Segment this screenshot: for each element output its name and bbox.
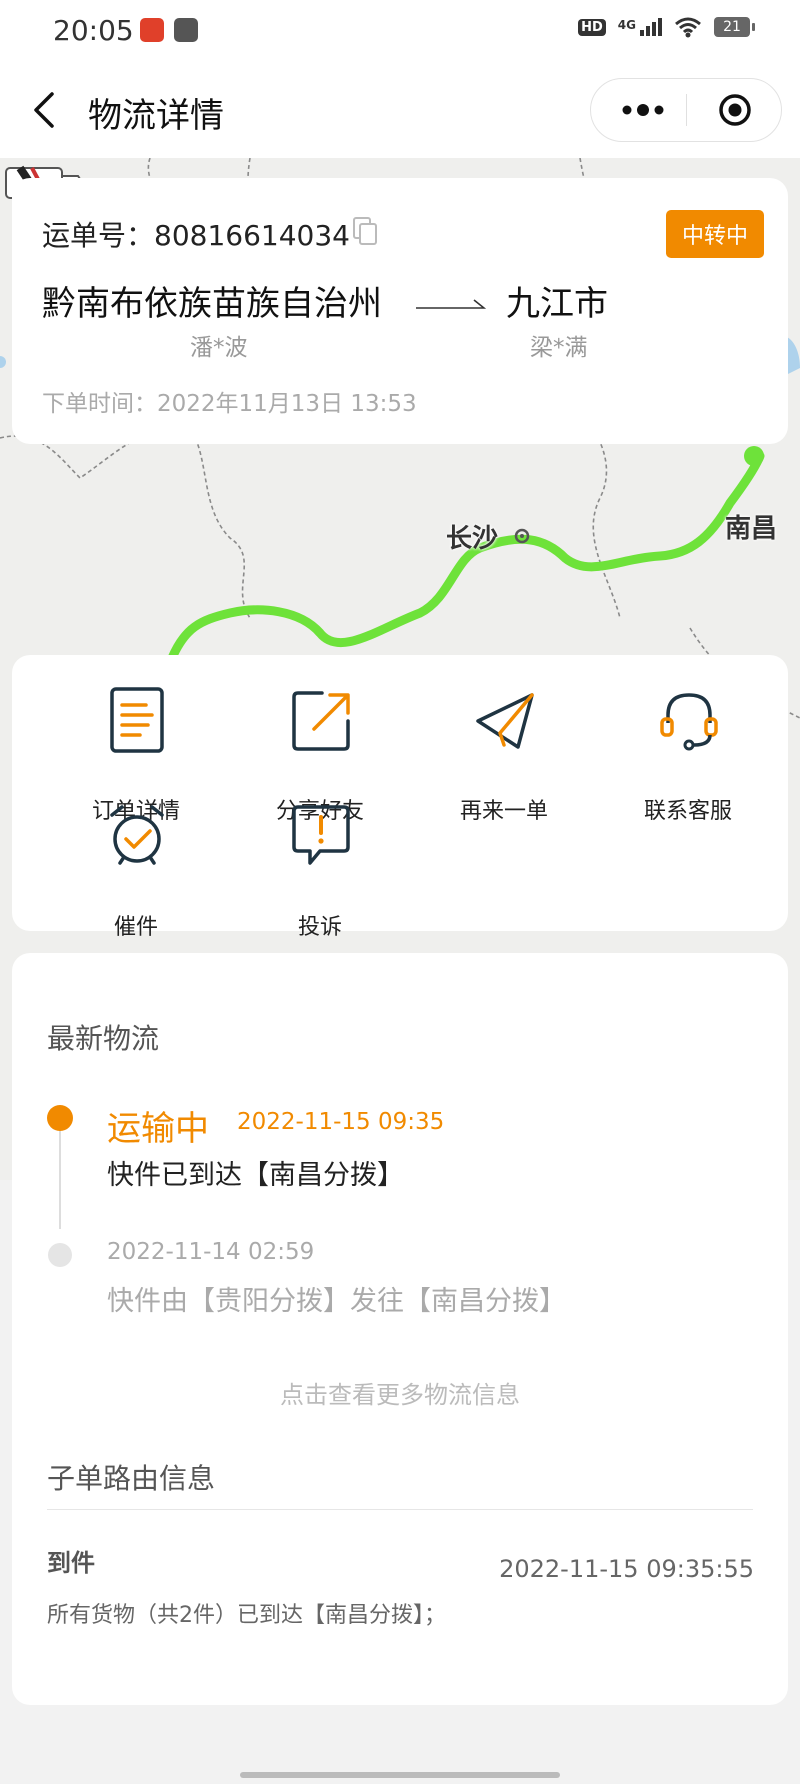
- logistics-card: 最新物流 运输中 2022-11-15 09:35 快件已到达【南昌分拨】 20…: [12, 953, 788, 1705]
- more-logistics-link[interactable]: 点击查看更多物流信息: [12, 1375, 788, 1410]
- capsule-divider: [686, 94, 687, 126]
- receiver-name: 梁*满: [530, 335, 588, 361]
- event-time: 2022-11-14 02:59: [107, 1239, 315, 1265]
- status-time: 20:05: [53, 14, 134, 47]
- status-bar: 20:05 HD 4G 21: [0, 0, 800, 62]
- hd-icon: HD: [578, 18, 606, 36]
- more-menu-icon[interactable]: [621, 103, 665, 117]
- origin-city: 黔南布依族苗族自治州: [42, 284, 382, 324]
- status-badge: 中转中: [665, 210, 764, 258]
- nav-bar: 物流详情: [0, 62, 800, 158]
- order-details-button[interactable]: 订单详情: [44, 687, 228, 824]
- share-friend-button[interactable]: 分享好友: [228, 687, 412, 824]
- status-right: HD 4G 21: [578, 16, 755, 38]
- action-label: 投诉: [297, 915, 342, 940]
- back-arrow-icon[interactable]: [30, 90, 60, 130]
- sub-route-time: 2022-11-15 09:35:55: [499, 1555, 754, 1583]
- action-label: 联系客服: [643, 799, 732, 824]
- timeline-dot-active: [47, 1105, 73, 1131]
- timeline-line: [59, 1129, 61, 1229]
- alarm-clock-icon: [110, 805, 164, 865]
- route-arrow-icon: [416, 299, 486, 309]
- copy-icon[interactable]: [352, 216, 378, 246]
- waybill-number: 80816614034: [154, 219, 350, 252]
- map-city-nanchang: 南昌: [725, 514, 778, 544]
- actions-card: 订单详情 分享好友 再来一单 联系客服 催件 投诉: [12, 655, 788, 940]
- order-summary-card: 运单号：80816614034 中转中 黔南布依族苗族自治州 九江市 潘*波 梁…: [12, 178, 788, 444]
- order-time-value: 2022年11月13日 13:53: [157, 391, 417, 417]
- home-indicator[interactable]: [240, 1772, 560, 1778]
- event-description: 快件已到达【南昌分拨】: [107, 1160, 404, 1191]
- signal-icon: 4G: [618, 18, 662, 36]
- complaint-icon: [292, 805, 350, 865]
- share-icon: [292, 691, 350, 751]
- paper-plane-icon: [476, 693, 534, 749]
- close-mini-program-icon[interactable]: [718, 93, 752, 127]
- order-time: 下单时间：2022年11月13日 13:53: [42, 384, 417, 418]
- page-title: 物流详情: [88, 96, 224, 136]
- complaint-button[interactable]: 投诉: [228, 803, 412, 940]
- action-label: 再来一单: [459, 799, 548, 824]
- order-time-label: 下单时间：: [42, 391, 157, 417]
- sub-route-description: 所有货物（共2件）已到达【南昌分拨】；: [47, 1603, 446, 1628]
- mini-program-capsule: [590, 78, 782, 142]
- timeline-dot: [48, 1243, 72, 1267]
- sender-name: 潘*波: [190, 335, 248, 361]
- action-label: 催件: [113, 915, 158, 940]
- document-icon: [110, 687, 164, 753]
- divider: [47, 1509, 753, 1510]
- latest-logistics-title: 最新物流: [47, 1022, 160, 1055]
- urge-delivery-button[interactable]: 催件: [44, 803, 228, 940]
- app-notification-icon: [140, 18, 164, 42]
- network-type: 4G: [617, 18, 636, 32]
- waybill-label: 运单号：: [42, 219, 155, 252]
- event-description: 快件由【贵阳分拨】发往【南昌分拨】: [107, 1286, 566, 1317]
- contact-service-button[interactable]: 联系客服: [596, 687, 780, 824]
- sub-route-title: 子单路由信息: [47, 1462, 216, 1495]
- wifi-icon: [675, 17, 701, 38]
- sub-route-status: 到件: [47, 1549, 95, 1577]
- reorder-button[interactable]: 再来一单: [412, 687, 596, 824]
- map-city-changsha: 长沙: [446, 524, 499, 554]
- headset-icon: [660, 693, 718, 751]
- battery-icon: 21: [714, 17, 755, 37]
- destination-city: 九江市: [506, 284, 608, 324]
- waybill: 运单号：80816614034: [42, 214, 350, 254]
- event-status: 运输中: [107, 1109, 209, 1149]
- calendar-notification-icon: [174, 18, 198, 42]
- event-time: 2022-11-15 09:35: [237, 1109, 445, 1135]
